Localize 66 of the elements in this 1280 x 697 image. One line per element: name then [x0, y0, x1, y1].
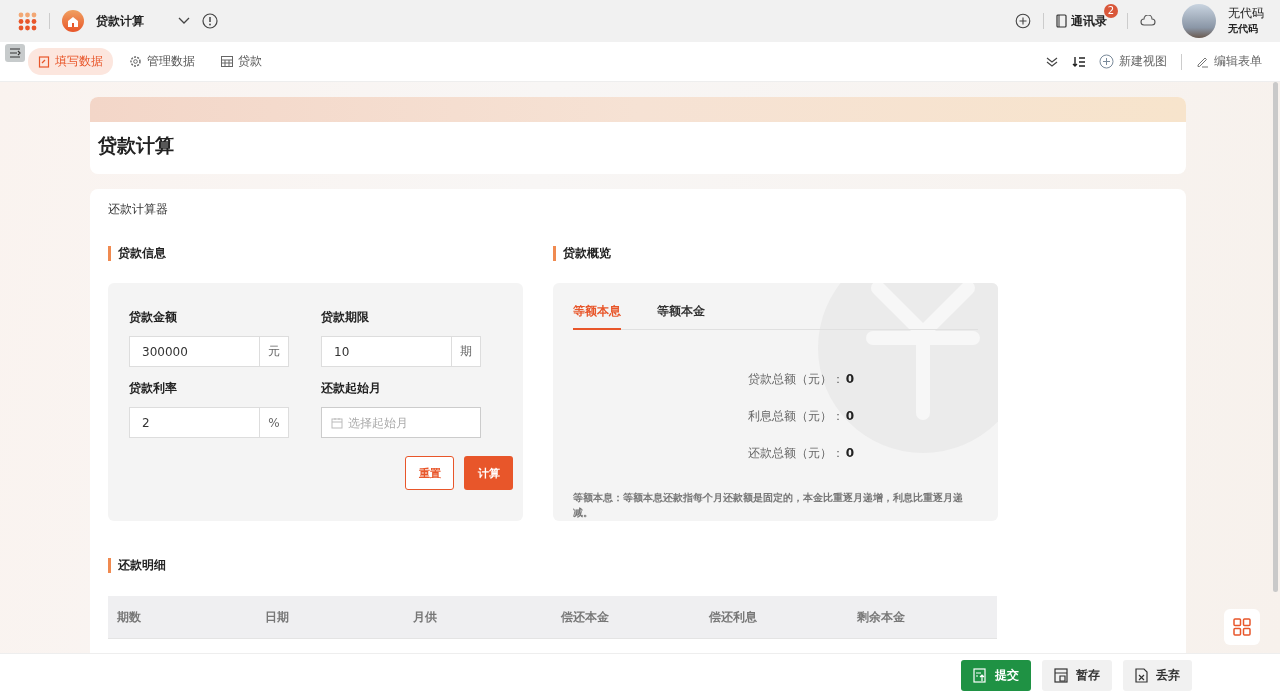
footer-button[interactable]: 丢弃	[1123, 660, 1192, 691]
unit-addon: %	[259, 408, 288, 437]
scrollbar[interactable]	[1273, 82, 1278, 592]
field-label: 贷款金额	[129, 309, 178, 326]
discard-doc-icon	[1135, 668, 1148, 683]
total-line: 利息总额（元）： 0	[747, 408, 854, 425]
calendar-icon	[331, 416, 343, 429]
user-avatar[interactable]	[1182, 4, 1216, 38]
add-icon	[1099, 54, 1114, 69]
chevron-down-icon[interactable]	[178, 17, 190, 25]
column-header: 偿还利息	[708, 608, 758, 626]
unit-addon: 期	[451, 337, 480, 366]
sidebar-toggle-icon[interactable]	[5, 44, 25, 62]
section-title: 贷款概览	[553, 246, 998, 261]
reset-button[interactable]: 重置	[405, 456, 454, 490]
add-icon[interactable]	[1014, 13, 1031, 29]
apps-grid-button[interactable]	[1224, 609, 1260, 645]
gear-icon	[129, 55, 142, 68]
field-label: 还款起始月	[321, 380, 382, 397]
home-logo-icon	[62, 10, 84, 32]
new-view-button[interactable]: 新建视图	[1099, 53, 1167, 70]
double-chevron-icon[interactable]	[1046, 55, 1058, 68]
column-header: 日期	[264, 608, 290, 626]
unit-addon: 元	[259, 337, 288, 366]
input-field[interactable]: 300000 元	[129, 336, 289, 367]
overview-tab[interactable]: 等额本金	[657, 297, 705, 330]
edit-form-button[interactable]: 编辑表单	[1196, 53, 1262, 70]
grid-icon	[1233, 618, 1251, 636]
input-field[interactable]: 2 %	[129, 407, 289, 438]
pencil-icon	[1196, 55, 1209, 68]
save-icon	[1054, 668, 1068, 683]
nav-tab[interactable]: 管理数据	[119, 48, 205, 75]
card-title: 还款计算器	[108, 201, 169, 218]
notebook-icon	[1055, 14, 1067, 28]
date-field[interactable]: 选择起始月	[321, 407, 481, 438]
column-header: 偿还本金	[560, 608, 610, 626]
footer-button[interactable]: 提交	[961, 660, 1031, 691]
section-title: 贷款信息	[108, 246, 523, 261]
info-icon[interactable]	[202, 13, 218, 29]
field-label: 贷款利率	[129, 380, 178, 397]
notification-badge: 2	[1103, 4, 1118, 18]
table-icon	[221, 56, 233, 67]
app-title: 贷款计算	[96, 12, 144, 30]
method-note: 等额本息：等额本息还款指每个月还款额是固定的，本金比重逐月递增，利息比重逐月递减。	[573, 491, 964, 520]
text-input[interactable]: 300000	[130, 337, 259, 366]
form-edit-icon	[38, 55, 50, 68]
sort-icon[interactable]	[1072, 55, 1085, 68]
input-field[interactable]: 10 期	[321, 336, 481, 367]
total-line: 贷款总额（元）： 0	[747, 371, 854, 388]
form-title: 贷款计算	[97, 133, 175, 158]
total-line: 还款总额（元）： 0	[747, 445, 854, 462]
column-header: 剩余本金	[856, 608, 906, 626]
column-header: 月供	[412, 608, 438, 626]
footer-button[interactable]: 暂存	[1042, 660, 1112, 691]
cloud-icon[interactable]	[1140, 15, 1156, 27]
text-input[interactable]: 10	[322, 337, 451, 366]
column-header: 期数	[116, 608, 142, 626]
user-org: 无代码	[1228, 22, 1259, 36]
field-label: 贷款期限	[321, 309, 370, 326]
calculate-button[interactable]: 计算	[464, 456, 513, 490]
app-grid-icon[interactable]	[18, 11, 37, 31]
nav-tab[interactable]: 贷款	[211, 48, 272, 75]
upload-doc-icon	[973, 668, 987, 683]
user-name: 无代码	[1228, 5, 1264, 21]
section-title: 还款明细	[108, 558, 1168, 573]
text-input[interactable]: 2	[130, 408, 259, 437]
